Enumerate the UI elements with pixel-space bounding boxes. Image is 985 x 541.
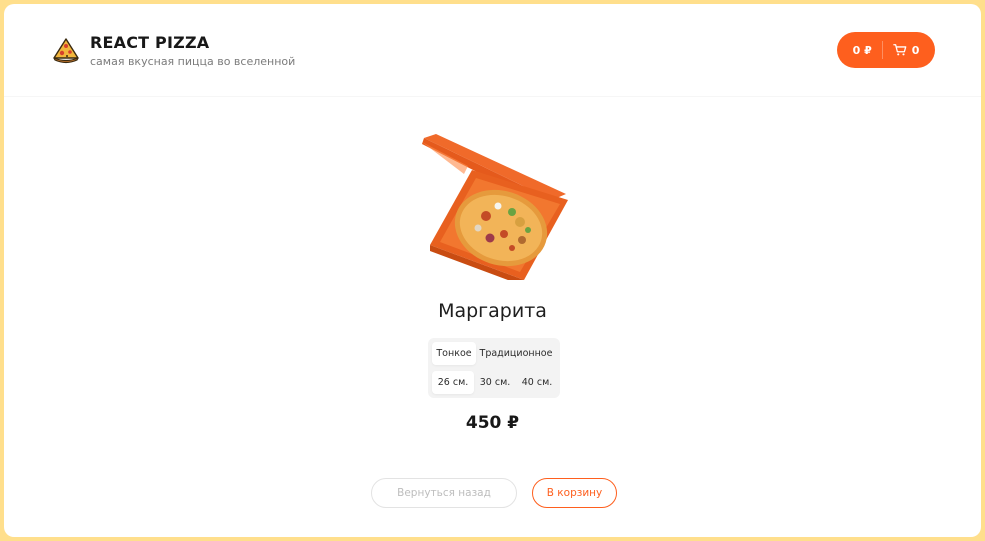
- back-button[interactable]: Вернуться назад: [371, 478, 517, 508]
- size-row: 26 см. 30 см. 40 см.: [432, 371, 558, 394]
- brand-title[interactable]: REACT PIZZA: [90, 33, 209, 52]
- header-cart-button[interactable]: 0 ₽ 0: [837, 32, 935, 68]
- pizza-price: 450 ₽: [465, 413, 520, 433]
- page-wrapper: REACT PIZZA самая вкусная пицца во вселе…: [4, 4, 981, 537]
- brand-subtitle: самая вкусная пицца во вселенной: [90, 55, 296, 68]
- dough-type-thin[interactable]: Тонкое: [432, 342, 476, 365]
- cart-divider: [881, 41, 883, 59]
- pizza-name: Маргарита: [438, 300, 547, 322]
- shopping-cart-icon: [892, 44, 907, 56]
- size-26[interactable]: 26 см.: [432, 371, 474, 394]
- size-30[interactable]: 30 см.: [474, 371, 516, 394]
- pizza-options-selector: Тонкое Традиционное 26 см. 30 см. 40 см.: [428, 338, 560, 398]
- header: REACT PIZZA самая вкусная пицца во вселе…: [4, 4, 981, 97]
- pizza-image: [422, 134, 568, 280]
- dough-type-row: Тонкое Традиционное: [432, 342, 556, 365]
- dough-type-traditional[interactable]: Традиционное: [476, 342, 556, 365]
- add-to-cart-button[interactable]: В корзину: [532, 478, 617, 508]
- size-40[interactable]: 40 см.: [516, 371, 558, 394]
- cart-total-price: 0 ₽: [852, 43, 872, 57]
- pizza-slice-icon[interactable]: [52, 36, 80, 64]
- cart-item-count: 0: [911, 43, 920, 57]
